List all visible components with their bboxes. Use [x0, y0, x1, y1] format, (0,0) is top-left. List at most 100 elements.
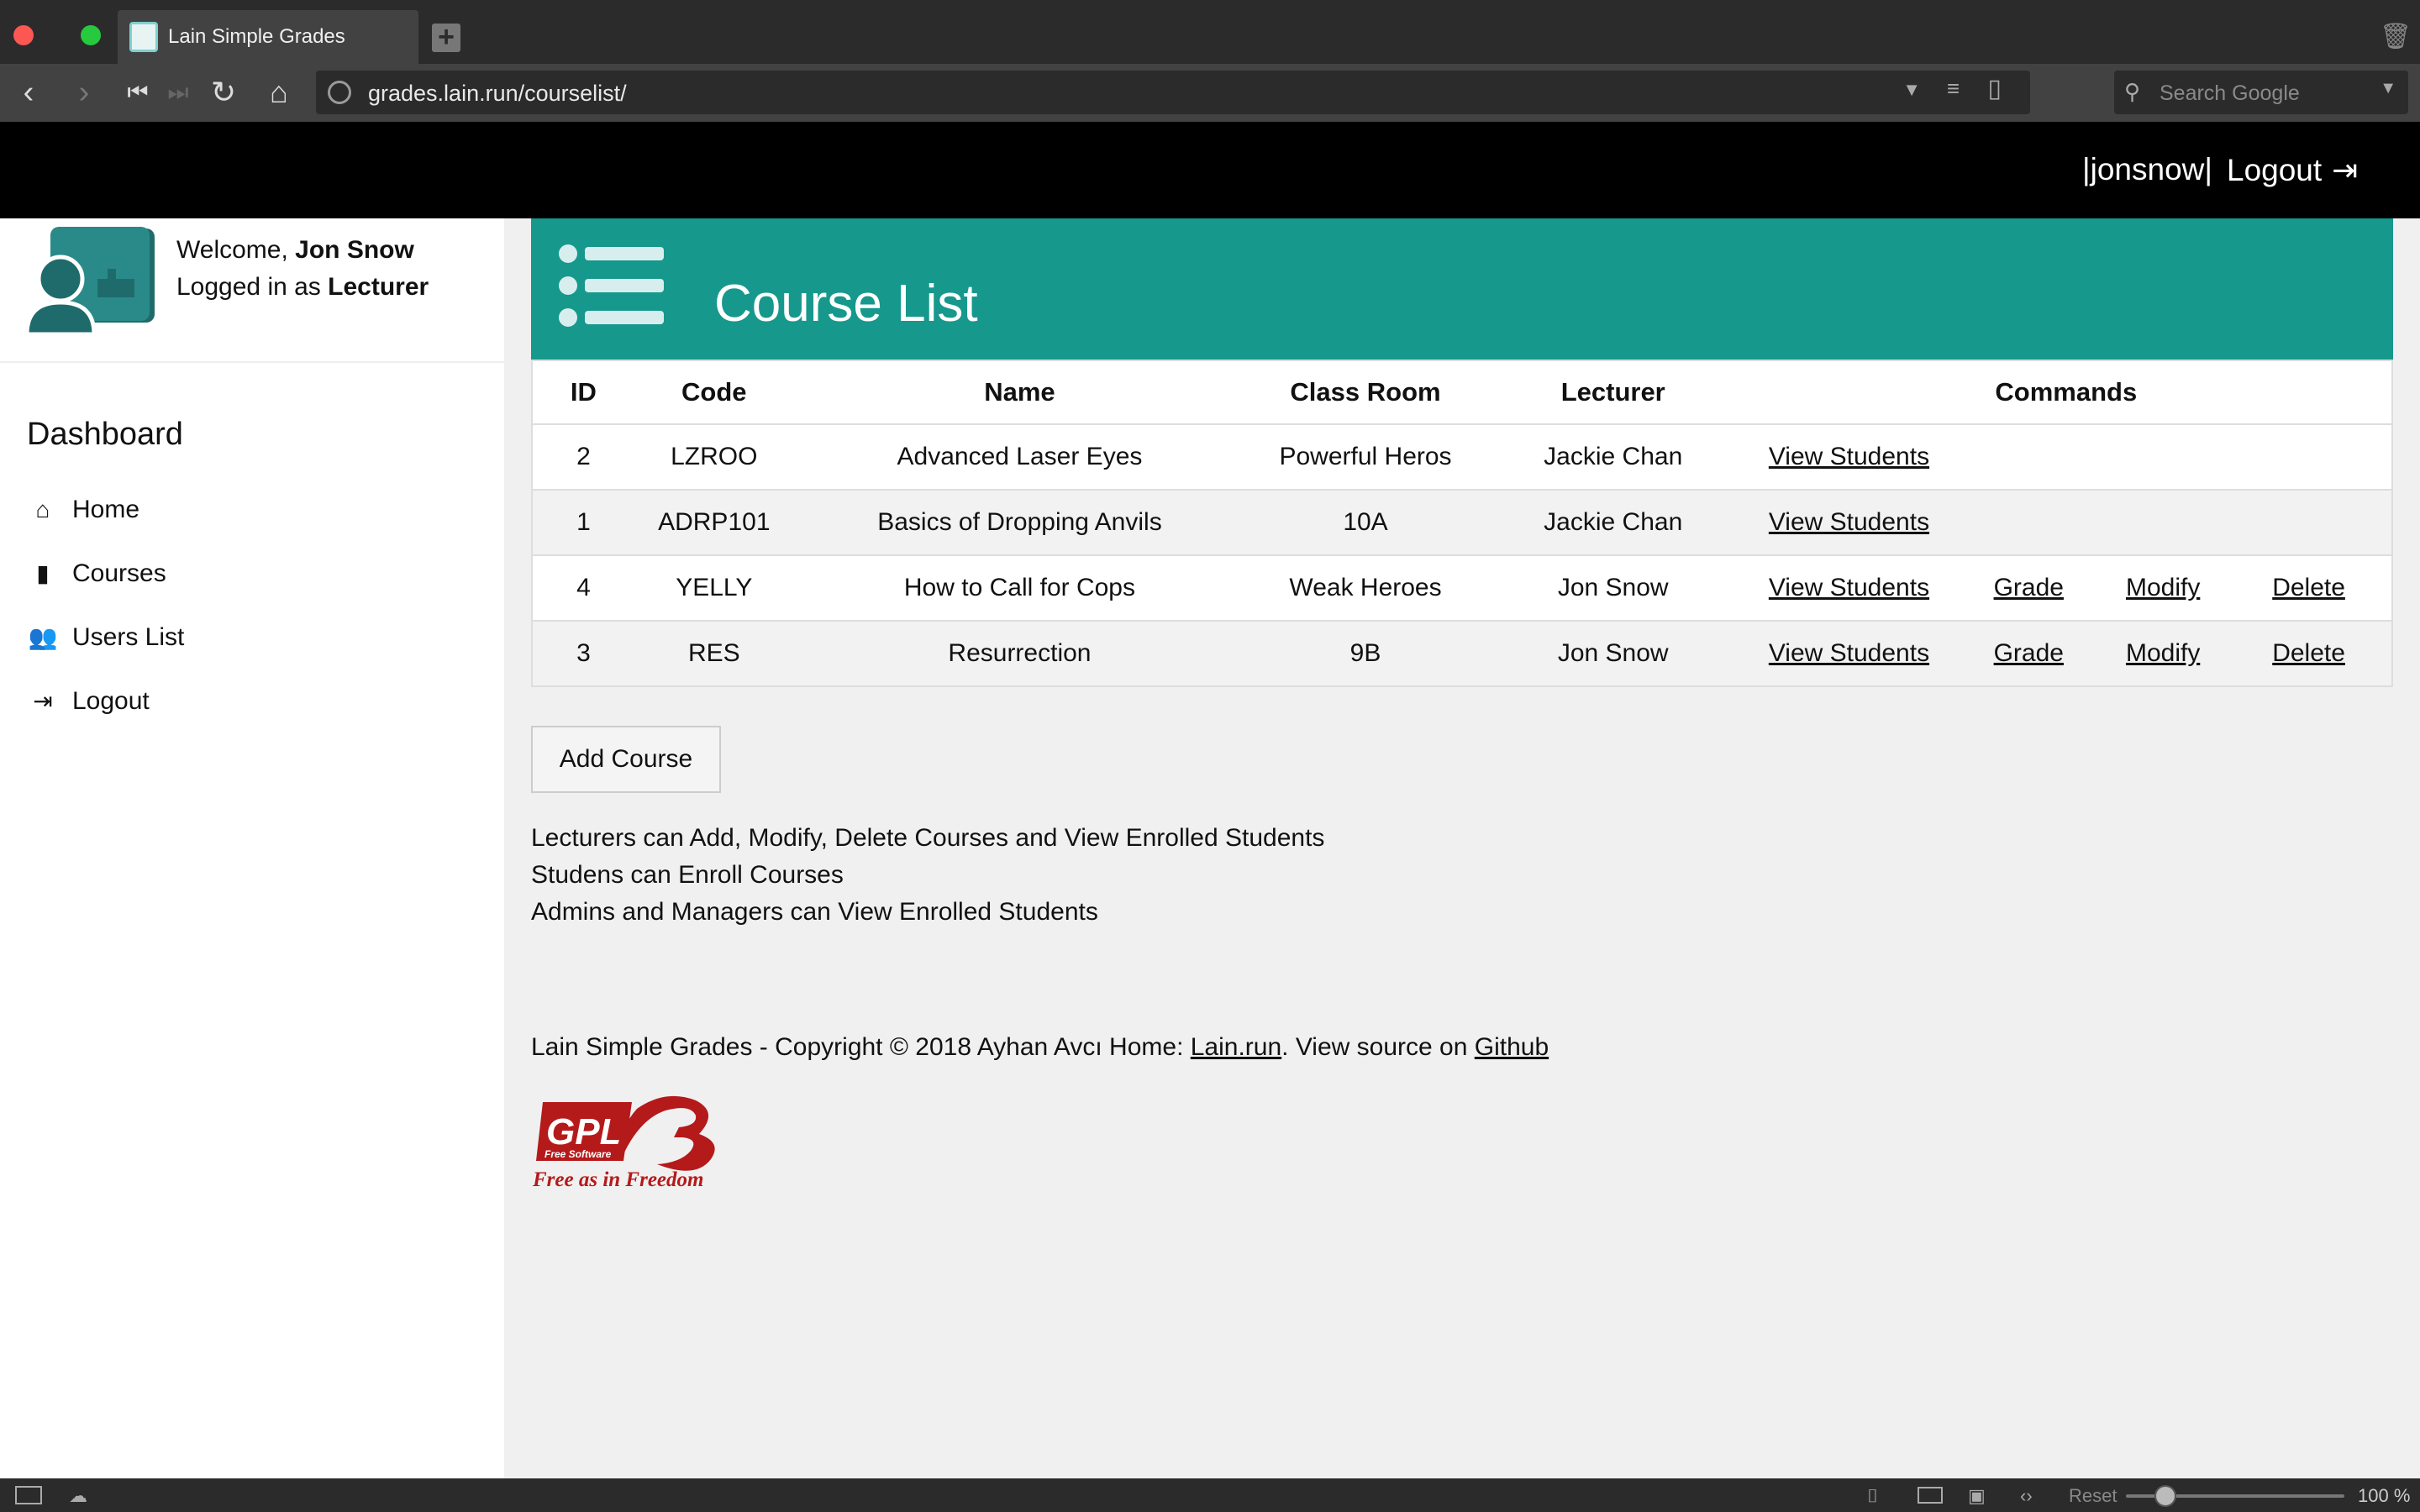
sidebar-item-logout[interactable]: ⇥ Logout [27, 687, 150, 716]
sidebar-item-label: Users List [72, 623, 185, 651]
cell-name: How to Call for Cops [793, 555, 1246, 622]
navigation-bar: ‹ › ⏮ ⏭ ↻ ⌂ grades.lain.run/courselist/ … [0, 64, 2420, 122]
camera-icon[interactable]: ⌷ [1867, 1485, 1878, 1507]
chevron-down-icon[interactable]: ▼ [2380, 79, 2396, 98]
cell-room: 10A [1245, 490, 1486, 556]
image-icon[interactable]: ▣ [1968, 1485, 1986, 1507]
panel-toggle-icon[interactable] [15, 1486, 42, 1504]
logout-link[interactable]: Logout ⇥ [2227, 152, 2358, 188]
sidebar-item-home[interactable]: ⌂ Home [27, 496, 140, 524]
sidebar-item-label: Logout [72, 687, 150, 715]
table-row: 2 LZROO Advanced Laser Eyes Powerful Her… [532, 424, 2392, 491]
sidebar-item-courses[interactable]: ▮ Courses [27, 559, 166, 588]
github-link[interactable]: Github [1475, 1033, 1549, 1061]
view-students-link[interactable]: View Students [1769, 443, 1929, 470]
column-header-lecturer: Lecturer [1485, 360, 1741, 425]
cell-delete: Delete [2226, 621, 2392, 687]
table-row: 4 YELLY How to Call for Cops Weak Heroes… [532, 555, 2392, 622]
cell-delete [2226, 490, 2392, 556]
tab-bar: Lain Simple Grades + 🗑 [0, 0, 2420, 64]
book-icon: ▮ [36, 560, 50, 586]
profile-panel: Welcome, Jon Snow Logged in as Lecturer [0, 218, 504, 363]
cell-room: 9B [1245, 621, 1486, 687]
zoom-slider-handle[interactable] [2154, 1485, 2176, 1507]
zoom-reset-button[interactable]: Reset [2069, 1485, 2117, 1507]
dashboard-heading: Dashboard [27, 417, 183, 452]
view-students-link[interactable]: View Students [1769, 508, 1929, 536]
welcome-prefix: Welcome, [176, 236, 288, 264]
modify-link[interactable]: Modify [2126, 574, 2200, 601]
url-text: grades.lain.run/courselist/ [368, 81, 627, 106]
note-line: Lecturers can Add, Modify, Delete Course… [531, 824, 1325, 852]
cell-name: Advanced Laser Eyes [793, 424, 1246, 491]
cell-code: YELLY [634, 555, 794, 622]
cloud-icon[interactable]: ☁ [69, 1485, 87, 1507]
cell-id: 4 [532, 555, 634, 622]
gpl-mark: GPL [546, 1111, 622, 1152]
teacher-icon [25, 227, 155, 336]
delete-link[interactable]: Delete [2272, 574, 2345, 601]
table-row: 3 RES Resurrection 9B Jon Snow View Stud… [532, 621, 2392, 687]
welcome-text: Welcome, Jon Snow Logged in as Lecturer [176, 232, 429, 306]
status-bar: ☁ ⌷ ▣ ‹› Reset 100 % [0, 1478, 2420, 1512]
cell-grade: Grade [1957, 555, 2101, 622]
cell-id: 2 [532, 424, 634, 491]
clipboard-icon [129, 22, 158, 52]
list-icon [559, 244, 664, 327]
address-bar[interactable]: grades.lain.run/courselist/ ▼ ≡ ▯ [316, 71, 2030, 114]
cell-delete: Delete [2226, 555, 2392, 622]
logout-label: Logout [2227, 153, 2323, 187]
cell-code: RES [634, 621, 794, 687]
cell-lecturer: Jackie Chan [1485, 490, 1741, 556]
table-header-row: ID Code Name Class Room Lecturer Command… [532, 360, 2392, 425]
page-title: Course List [714, 275, 978, 333]
trash-icon[interactable]: 🗑 [2380, 22, 2412, 50]
modify-link[interactable]: Modify [2126, 639, 2200, 667]
cell-code: ADRP101 [634, 490, 794, 556]
permissions-notes: Lecturers can Add, Modify, Delete Course… [531, 820, 1324, 931]
back-icon[interactable]: ‹ [10, 74, 47, 111]
forward-icon[interactable]: › [66, 74, 103, 111]
cell-modify: Modify [2100, 555, 2227, 622]
footer-text: . View source on [1281, 1033, 1475, 1061]
footer-text: Lain Simple Grades - Copyright © 2018 Ay… [531, 1033, 1191, 1061]
page-header: Course List [531, 218, 2393, 360]
add-course-button[interactable]: Add Course [531, 726, 721, 793]
cell-view: View Students [1740, 621, 1958, 687]
view-students-link[interactable]: View Students [1769, 574, 1929, 601]
zoom-window-button[interactable] [81, 25, 101, 45]
course-table: ID Code Name Class Room Lecturer Command… [531, 360, 2393, 687]
grade-link[interactable]: Grade [1994, 639, 2064, 667]
sign-out-icon: ⇥ [2332, 153, 2359, 187]
code-icon[interactable]: ‹› [2020, 1485, 2033, 1507]
tiling-icon[interactable] [1918, 1487, 1943, 1504]
delete-link[interactable]: Delete [2272, 639, 2345, 667]
cell-view: View Students [1740, 555, 1958, 622]
sidebar-item-users-list[interactable]: 👥 Users List [27, 623, 185, 652]
fast-forward-icon[interactable]: ⏭ [160, 74, 197, 111]
users-icon: 👥 [28, 624, 58, 650]
sidebar-item-label: Courses [72, 559, 166, 587]
gpl-logo[interactable]: GPL Free Software Free as in Freedom [531, 1092, 733, 1193]
cell-delete [2226, 424, 2392, 491]
grade-link[interactable]: Grade [1994, 574, 2064, 601]
gpl-tagline: Free as in Freedom [532, 1168, 703, 1191]
reader-mode-icon[interactable]: ≡ [1947, 76, 1960, 102]
reload-icon[interactable]: ↻ [205, 74, 242, 111]
home-icon[interactable]: ⌂ [260, 74, 297, 111]
search-field[interactable]: ⚲ Search Google ▼ [2114, 71, 2408, 114]
browser-tab[interactable]: Lain Simple Grades [118, 10, 418, 64]
sign-out-icon: ⇥ [33, 688, 53, 714]
rewind-icon[interactable]: ⏮ [119, 74, 156, 111]
home-link[interactable]: Lain.run [1191, 1033, 1281, 1061]
username-link[interactable]: |jonsnow| [2082, 152, 2212, 187]
new-tab-button[interactable]: + [432, 23, 460, 52]
bookmark-icon[interactable]: ▯ [1987, 74, 2002, 103]
column-header-id: ID [532, 360, 634, 425]
chevron-down-icon[interactable]: ▼ [1902, 79, 1921, 101]
cell-room: Weak Heroes [1245, 555, 1486, 622]
note-line: Studens can Enroll Courses [531, 861, 844, 889]
view-students-link[interactable]: View Students [1769, 639, 1929, 667]
zoom-level: 100 % [2358, 1485, 2411, 1506]
close-window-button[interactable] [13, 25, 34, 45]
